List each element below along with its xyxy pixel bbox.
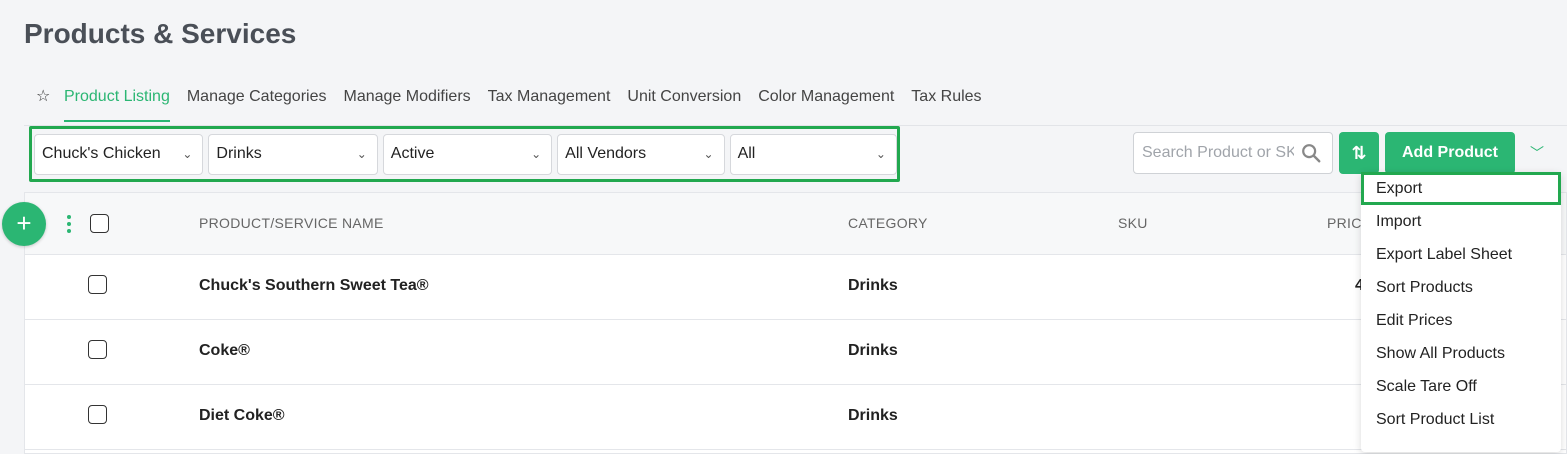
menu-item-sort-products[interactable]: Sort Products	[1361, 271, 1561, 304]
chevron-down-icon: ⌄	[703, 147, 714, 161]
category-select[interactable]: Drinks ⌄	[208, 133, 378, 175]
vendor-select[interactable]: All Vendors ⌄	[557, 133, 725, 175]
search-icon[interactable]	[1300, 142, 1322, 164]
chevron-down-icon: ⌄	[875, 147, 886, 161]
location-select[interactable]: Chuck's Chicken ⌄	[34, 133, 204, 175]
tab-manage-modifiers[interactable]: Manage Modifiers	[343, 86, 470, 120]
menu-item-export-label-sheet[interactable]: Export Label Sheet	[1361, 238, 1561, 271]
tab-tax-rules[interactable]: Tax Rules	[911, 86, 981, 120]
kebab-menu-icon[interactable]	[67, 215, 71, 233]
product-category: Drinks	[848, 277, 898, 294]
table-row[interactable]: Chuck's Southern Sweet Tea® Drinks 4	[25, 255, 1566, 320]
category-select-value: Drinks	[216, 145, 262, 162]
tab-color-management[interactable]: Color Management	[758, 86, 894, 120]
chevron-down-icon: ⌄	[356, 147, 367, 161]
type-select-value: All	[737, 145, 756, 162]
star-icon[interactable]: ☆	[24, 86, 64, 108]
vendor-select-value: All Vendors	[565, 145, 647, 162]
table-row[interactable]: Coke® Drinks	[25, 320, 1566, 385]
table-header: PRODUCT/SERVICE NAME CATEGORY SKU PRIC	[25, 193, 1566, 255]
product-name[interactable]: Diet Coke®	[199, 407, 285, 425]
more-actions-chevron-icon[interactable]: ﹀	[1527, 143, 1547, 163]
table-row[interactable]: Diet Coke® Drinks	[25, 385, 1566, 450]
row-checkbox[interactable]	[88, 405, 107, 424]
search-field	[1133, 132, 1333, 174]
sort-button[interactable]: ⇅	[1339, 132, 1379, 174]
tab-manage-categories[interactable]: Manage Categories	[187, 86, 327, 120]
menu-item-export[interactable]: Export	[1361, 172, 1561, 205]
add-column-button[interactable]: +	[2, 202, 46, 246]
chevron-down-icon: ⌄	[182, 147, 193, 161]
header-category[interactable]: CATEGORY	[848, 215, 928, 231]
product-category: Drinks	[848, 342, 898, 359]
location-select-value: Chuck's Chicken	[42, 145, 161, 162]
row-checkbox[interactable]	[88, 340, 107, 359]
header-name[interactable]: PRODUCT/SERVICE NAME	[199, 215, 384, 231]
product-name[interactable]: Chuck's Southern Sweet Tea®	[199, 277, 429, 295]
menu-item-show-all-products[interactable]: Show All Products	[1361, 337, 1561, 370]
product-category: Drinks	[848, 407, 898, 424]
product-name[interactable]: Coke®	[199, 342, 250, 360]
filter-bar: Chuck's Chicken ⌄ Drinks ⌄ Active ⌄ All …	[29, 126, 900, 182]
more-actions-menu: Export Import Export Label Sheet Sort Pr…	[1361, 172, 1561, 452]
menu-item-scale-tare-off[interactable]: Scale Tare Off	[1361, 370, 1561, 403]
header-price[interactable]: PRIC	[1327, 215, 1362, 231]
menu-item-edit-prices[interactable]: Edit Prices	[1361, 304, 1561, 337]
sort-arrows-icon: ⇅	[1351, 142, 1367, 163]
header-sku[interactable]: SKU	[1118, 215, 1148, 231]
tab-product-listing[interactable]: Product Listing	[64, 86, 170, 122]
row-checkbox[interactable]	[88, 275, 107, 294]
tab-tax-management[interactable]: Tax Management	[488, 86, 611, 120]
tab-unit-conversion[interactable]: Unit Conversion	[627, 86, 741, 120]
type-select[interactable]: All ⌄	[729, 133, 897, 175]
status-select-value: Active	[390, 145, 435, 162]
tab-bar: ☆ Product Listing Manage Categories Mana…	[24, 86, 1567, 126]
select-all-checkbox[interactable]	[90, 214, 109, 233]
status-select[interactable]: Active ⌄	[382, 133, 553, 175]
chevron-down-icon: ⌄	[531, 147, 542, 161]
products-table: PRODUCT/SERVICE NAME CATEGORY SKU PRIC C…	[24, 192, 1567, 454]
menu-item-sort-product-list[interactable]: Sort Product List	[1361, 403, 1561, 436]
search-input[interactable]	[1142, 144, 1294, 162]
page-title: Products & Services	[24, 18, 297, 49]
menu-item-import[interactable]: Import	[1361, 205, 1561, 238]
add-product-button[interactable]: Add Product	[1385, 132, 1515, 174]
